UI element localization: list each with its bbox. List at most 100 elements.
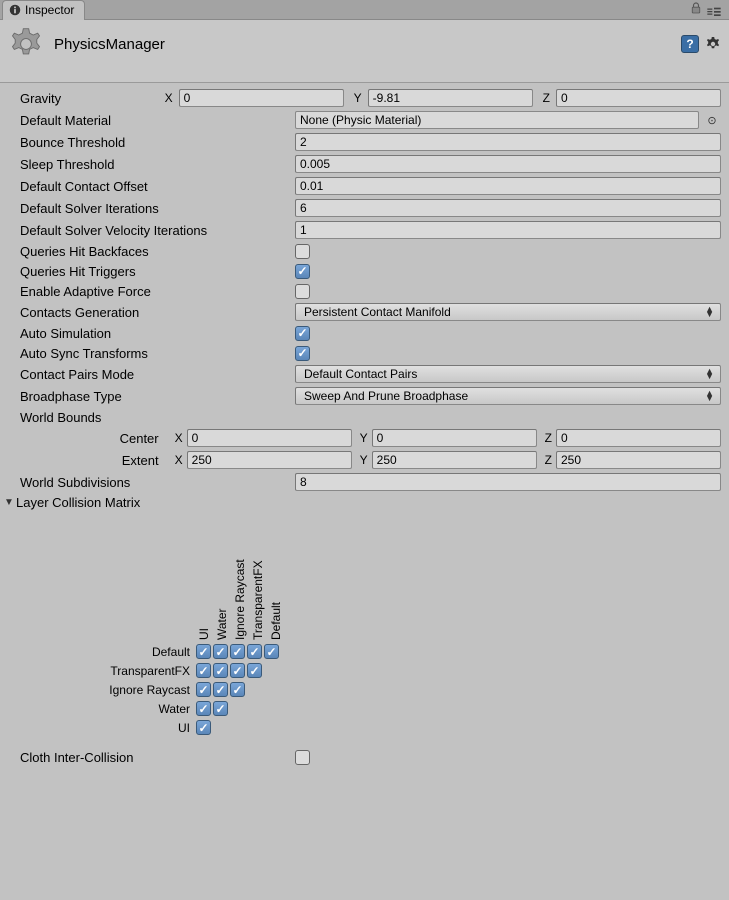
matrix-cell-checkbox[interactable] xyxy=(230,644,245,659)
bounce-threshold-input[interactable] xyxy=(295,133,721,151)
axis-z-label: Z xyxy=(539,431,554,445)
label-world-subdivisions: World Subdivisions xyxy=(20,475,295,490)
object-picker-icon[interactable]: ⊙ xyxy=(703,114,721,127)
axis-y-label: Y xyxy=(354,453,370,467)
matrix-row-label: Ignore Raycast xyxy=(100,683,196,697)
queries-hit-triggers-checkbox[interactable] xyxy=(295,264,310,279)
component-header: PhysicsManager ? xyxy=(0,20,729,83)
sleep-threshold-input[interactable] xyxy=(295,155,721,173)
context-menu-icon[interactable] xyxy=(707,5,721,15)
row-broadphase-type: Broadphase Type Sweep And Prune Broadpha… xyxy=(0,385,729,407)
axis-x-label: X xyxy=(169,431,185,445)
matrix-row-label: UI xyxy=(100,721,196,735)
label-auto-sync-transforms: Auto Sync Transforms xyxy=(20,346,295,361)
label-default-material: Default Material xyxy=(20,113,295,128)
enable-adaptive-force-checkbox[interactable] xyxy=(295,284,310,299)
inspector-body: Gravity X Y Z Default Material None (Phy… xyxy=(0,83,729,787)
row-default-material: Default Material None (Physic Material) … xyxy=(0,109,729,131)
label-gravity: Gravity xyxy=(20,91,159,106)
label-queries-hit-backfaces: Queries Hit Backfaces xyxy=(20,244,295,259)
extent-z-input[interactable] xyxy=(556,451,721,469)
lock-icon[interactable] xyxy=(691,2,701,17)
gravity-y-input[interactable] xyxy=(368,89,533,107)
extent-y-input[interactable] xyxy=(372,451,537,469)
matrix-cell-checkbox[interactable] xyxy=(247,644,262,659)
matrix-cell-checkbox[interactable] xyxy=(196,720,211,735)
triangle-down-icon: ▼ xyxy=(4,497,16,508)
label-contact-pairs-mode: Contact Pairs Mode xyxy=(20,367,295,382)
matrix-cell-checkbox[interactable] xyxy=(247,663,262,678)
contacts-generation-value: Persistent Contact Manifold xyxy=(304,305,451,319)
gear-icon xyxy=(8,26,44,62)
matrix-cell-checkbox[interactable] xyxy=(213,682,228,697)
updown-icon: ▲▼ xyxy=(705,307,714,317)
tab-label: Inspector xyxy=(25,3,74,17)
contacts-generation-select[interactable]: Persistent Contact Manifold ▲▼ xyxy=(295,303,721,321)
row-default-solver-velocity-iterations: Default Solver Velocity Iterations xyxy=(0,219,729,241)
row-default-solver-iterations: Default Solver Iterations xyxy=(0,197,729,219)
tab-inspector[interactable]: Inspector xyxy=(2,0,85,20)
center-x-input[interactable] xyxy=(187,429,352,447)
label-cloth-inter-collision: Cloth Inter-Collision xyxy=(20,750,295,765)
matrix-row: UI xyxy=(100,718,286,737)
matrix-cell-checkbox[interactable] xyxy=(230,682,245,697)
matrix-cell-checkbox[interactable] xyxy=(230,663,245,678)
row-auto-simulation: Auto Simulation xyxy=(0,323,729,343)
row-queries-hit-backfaces: Queries Hit Backfaces xyxy=(0,241,729,261)
matrix-cell-checkbox[interactable] xyxy=(196,644,211,659)
label-enable-adaptive-force: Enable Adaptive Force xyxy=(20,284,295,299)
default-solver-velocity-iterations-input[interactable] xyxy=(295,221,721,239)
gravity-x-input[interactable] xyxy=(179,89,344,107)
row-world-bounds-center: Center X Y Z xyxy=(0,427,729,449)
matrix-cell-checkbox[interactable] xyxy=(196,663,211,678)
label-auto-simulation: Auto Simulation xyxy=(20,326,295,341)
settings-gear-icon[interactable] xyxy=(705,36,721,52)
matrix-cell-checkbox[interactable] xyxy=(213,663,228,678)
matrix-cell-checkbox[interactable] xyxy=(196,701,211,716)
default-contact-offset-input[interactable] xyxy=(295,177,721,195)
broadphase-type-select[interactable]: Sweep And Prune Broadphase ▲▼ xyxy=(295,387,721,405)
row-cloth-inter-collision: Cloth Inter-Collision xyxy=(0,747,729,767)
center-z-input[interactable] xyxy=(556,429,721,447)
matrix-row-label: Water xyxy=(100,702,196,716)
matrix-cell-checkbox[interactable] xyxy=(196,682,211,697)
contact-pairs-mode-select[interactable]: Default Contact Pairs ▲▼ xyxy=(295,365,721,383)
foldout-layer-collision-matrix[interactable]: ▼ Layer Collision Matrix xyxy=(0,493,729,512)
label-layer-collision-matrix: Layer Collision Matrix xyxy=(16,495,140,510)
gravity-z-input[interactable] xyxy=(556,89,721,107)
extent-x-input[interactable] xyxy=(187,451,352,469)
auto-sync-transforms-checkbox[interactable] xyxy=(295,346,310,361)
default-material-field[interactable]: None (Physic Material) xyxy=(295,111,699,129)
axis-x-label: X xyxy=(169,453,185,467)
matrix-cell-checkbox[interactable] xyxy=(213,644,228,659)
help-icon[interactable]: ? xyxy=(681,35,699,53)
default-material-value: None (Physic Material) xyxy=(300,113,421,127)
row-bounce-threshold: Bounce Threshold xyxy=(0,131,729,153)
row-default-contact-offset: Default Contact Offset xyxy=(0,175,729,197)
row-gravity: Gravity X Y Z xyxy=(0,87,729,109)
label-default-solver-velocity-iterations: Default Solver Velocity Iterations xyxy=(20,223,295,238)
matrix-cell-checkbox[interactable] xyxy=(213,701,228,716)
row-contact-pairs-mode: Contact Pairs Mode Default Contact Pairs… xyxy=(0,363,729,385)
matrix-row: Default xyxy=(100,642,286,661)
row-world-bounds: World Bounds xyxy=(0,407,729,427)
center-y-input[interactable] xyxy=(372,429,537,447)
label-default-solver-iterations: Default Solver Iterations xyxy=(20,201,295,216)
label-bounce-threshold: Bounce Threshold xyxy=(20,135,295,150)
label-broadphase-type: Broadphase Type xyxy=(20,389,295,404)
label-extent: Extent xyxy=(20,453,169,468)
auto-simulation-checkbox[interactable] xyxy=(295,326,310,341)
component-title: PhysicsManager xyxy=(54,36,681,53)
world-subdivisions-input[interactable] xyxy=(295,473,721,491)
matrix-row-label: TransparentFX xyxy=(100,664,196,678)
matrix-row: Ignore Raycast xyxy=(100,680,286,699)
queries-hit-backfaces-checkbox[interactable] xyxy=(295,244,310,259)
matrix-cell-checkbox[interactable] xyxy=(264,644,279,659)
cloth-inter-collision-checkbox[interactable] xyxy=(295,750,310,765)
label-center: Center xyxy=(20,431,169,446)
info-icon xyxy=(9,4,21,16)
default-solver-iterations-input[interactable] xyxy=(295,199,721,217)
axis-y-label: Y xyxy=(354,431,370,445)
matrix-row: TransparentFX xyxy=(100,661,286,680)
label-default-contact-offset: Default Contact Offset xyxy=(20,179,295,194)
